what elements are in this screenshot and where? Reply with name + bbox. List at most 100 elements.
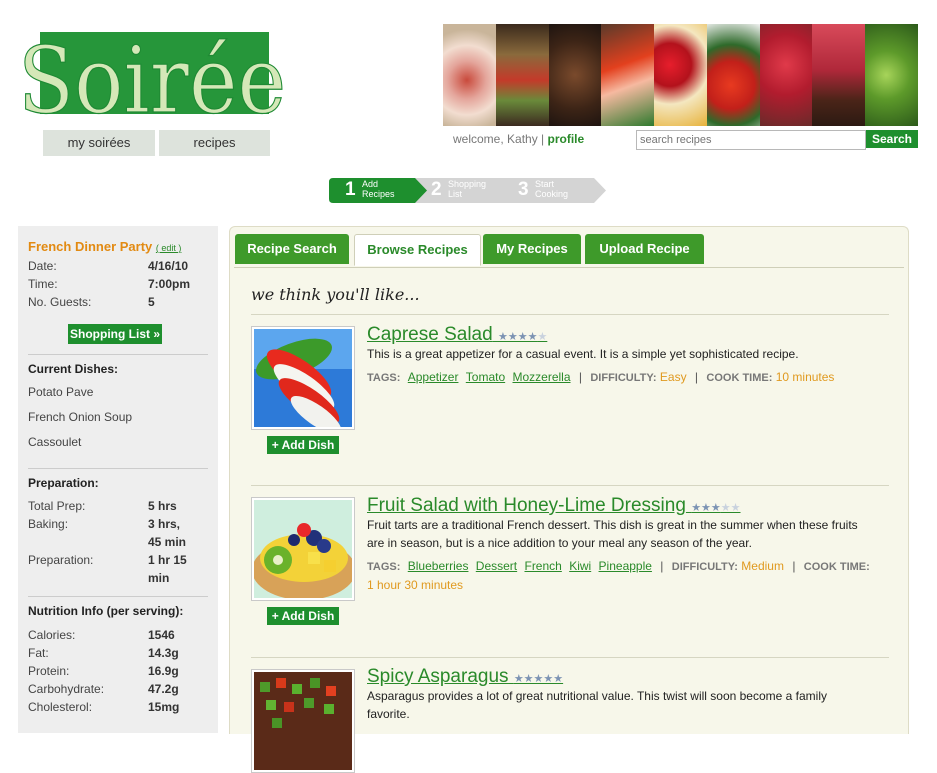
calories-label: Calories: [28,628,76,642]
divider [28,468,208,469]
tab-browse-recipes[interactable]: Browse Recipes [354,234,481,266]
profile-link[interactable]: profile [548,132,585,146]
recipe-title-link[interactable]: Fruit Salad with Honey-Lime Dressing ★★★… [367,495,741,517]
nav-my-soirees[interactable]: my soirées [43,130,155,156]
shopping-list-button[interactable]: Shopping List » [68,324,162,344]
tag-link[interactable]: French [524,559,561,573]
banner-tomato-image [654,24,707,126]
tab-my-recipes[interactable]: My Recipes [483,234,581,264]
add-dish-button[interactable]: + Add Dish [267,436,339,454]
preparation-value-cont: min [148,571,170,585]
recipe-meta: TAGS: Blueberries Dessert French Kiwi Pi… [367,559,870,592]
banner-tart-image [443,24,496,126]
step-number: 3 [518,179,529,200]
difficulty-value: Medium [741,559,784,573]
search-button[interactable]: Search [866,130,918,148]
tag-link[interactable]: Dessert [476,559,517,573]
recipe-panel: Recipe Search Browse Recipes My Recipes … [229,226,909,773]
search-input[interactable] [636,130,866,150]
recommendations-heading: we think you'll like... [251,285,420,304]
recipe-description: Asparagus provides a lot of great nutrit… [367,689,828,721]
difficulty-value: Easy [659,370,687,384]
recipe-description: Fruit tarts are a traditional French des… [367,518,858,550]
baking-value-cont: 45 min [148,535,187,549]
step-label: Start Cooking [535,179,569,199]
baking-label: Baking: [28,517,69,531]
preparation-label: Preparation: [28,553,94,567]
step-number: 1 [345,179,356,200]
banner-meat-image [548,24,602,126]
fat-label: Fat: [28,646,49,660]
preparation-value: 1 hr 15 [148,553,187,567]
cholesterol-label: Cholesterol: [28,700,93,714]
guests-label: No. Guests: [28,295,92,309]
baking-value: 3 hrs, [148,517,181,531]
edit-party-link[interactable]: ( edit ) [156,243,182,253]
rating-stars: ★★★★★ [513,673,564,685]
welcome-separator: | [541,132,545,146]
cholesterol-value: 15mg [148,700,180,714]
cook-time-value: 1 hour 30 minutes [367,578,464,592]
tab-recipe-search[interactable]: Recipe Search [235,234,349,264]
rating-stars: ★★★★★ [691,502,741,514]
date-label: Date: [28,259,57,273]
cook-time-value: 10 minutes [775,370,835,384]
time-label: Time: [28,277,58,291]
carbohydrate-label: Carbohydrate: [28,682,105,696]
protein-value: 16.9g [148,664,179,678]
party-title: French Dinner Party ( edit ) [28,239,182,254]
banner-raspberry-image [759,24,813,126]
fruit-salad-image[interactable] [251,497,355,601]
dish-item[interactable]: Potato Pave [28,385,93,399]
divider [251,485,889,486]
step-number: 2 [431,179,442,200]
welcome-text: welcome, Kathy [453,132,538,146]
dish-item[interactable]: French Onion Soup [28,410,132,424]
soiree-logo[interactable]: Soirée [17,6,288,134]
recipe-meta: TAGS: Appetizer Tomato Mozzerella | DIFF… [367,370,835,384]
calories-value: 1546 [148,628,175,642]
tag-link[interactable]: Mozzerella [513,370,571,384]
step-start-cooking[interactable]: 3 Start Cooking [502,178,606,203]
tag-link[interactable]: Kiwi [569,559,591,573]
banner-salad-image [865,24,919,126]
recipe-title-link[interactable]: Caprese Salad ★★★★★ [367,324,547,346]
current-dishes-heading: Current Dishes: [28,362,119,376]
fat-value: 14.3g [148,646,179,660]
welcome-bar: welcome, Kathy | profile [453,132,584,146]
banner-tomato-vine-image [706,24,760,126]
total-prep-value: 5 hrs [148,499,177,513]
divider [251,314,889,315]
divider [251,657,889,658]
step-label: Add Recipes [362,179,395,199]
tab-bar: Recipe Search Browse Recipes My Recipes … [234,231,904,268]
recipe-description: This is a great appetizer for a casual e… [367,347,799,361]
asparagus-photo [254,672,352,770]
tag-link[interactable]: Appetizer [408,370,459,384]
add-dish-button[interactable]: + Add Dish [267,607,339,625]
tag-link[interactable]: Tomato [466,370,505,384]
banner-pepper-image [601,24,655,126]
nutrition-heading: Nutrition Info (per serving): [28,604,184,618]
guests-value: 5 [148,295,155,309]
nav-recipes[interactable]: recipes [159,130,270,156]
date-value: 4/16/10 [148,259,189,273]
banner-cake-image [812,24,866,126]
tab-upload-recipe[interactable]: Upload Recipe [585,234,704,264]
divider [28,354,208,355]
protein-label: Protein: [28,664,70,678]
dish-item[interactable]: Cassoulet [28,435,81,449]
logo-mark: Soirée [17,26,286,134]
tag-link[interactable]: Blueberries [408,559,469,573]
food-banner [443,24,919,126]
rating-stars: ★★★★★ [497,331,548,343]
step-label: Shopping List [448,179,487,199]
caprese-photo [254,329,352,427]
caprese-salad-image[interactable] [251,326,355,430]
party-sidebar: French Dinner Party ( edit ) Date: 4/16/… [18,226,218,733]
tag-link[interactable]: Pineapple [599,559,652,573]
spicy-asparagus-image[interactable] [251,669,355,773]
time-value: 7:00pm [148,277,191,291]
carbohydrate-value: 47.2g [148,682,179,696]
recipe-title-link[interactable]: Spicy Asparagus ★★★★★ [367,666,563,688]
